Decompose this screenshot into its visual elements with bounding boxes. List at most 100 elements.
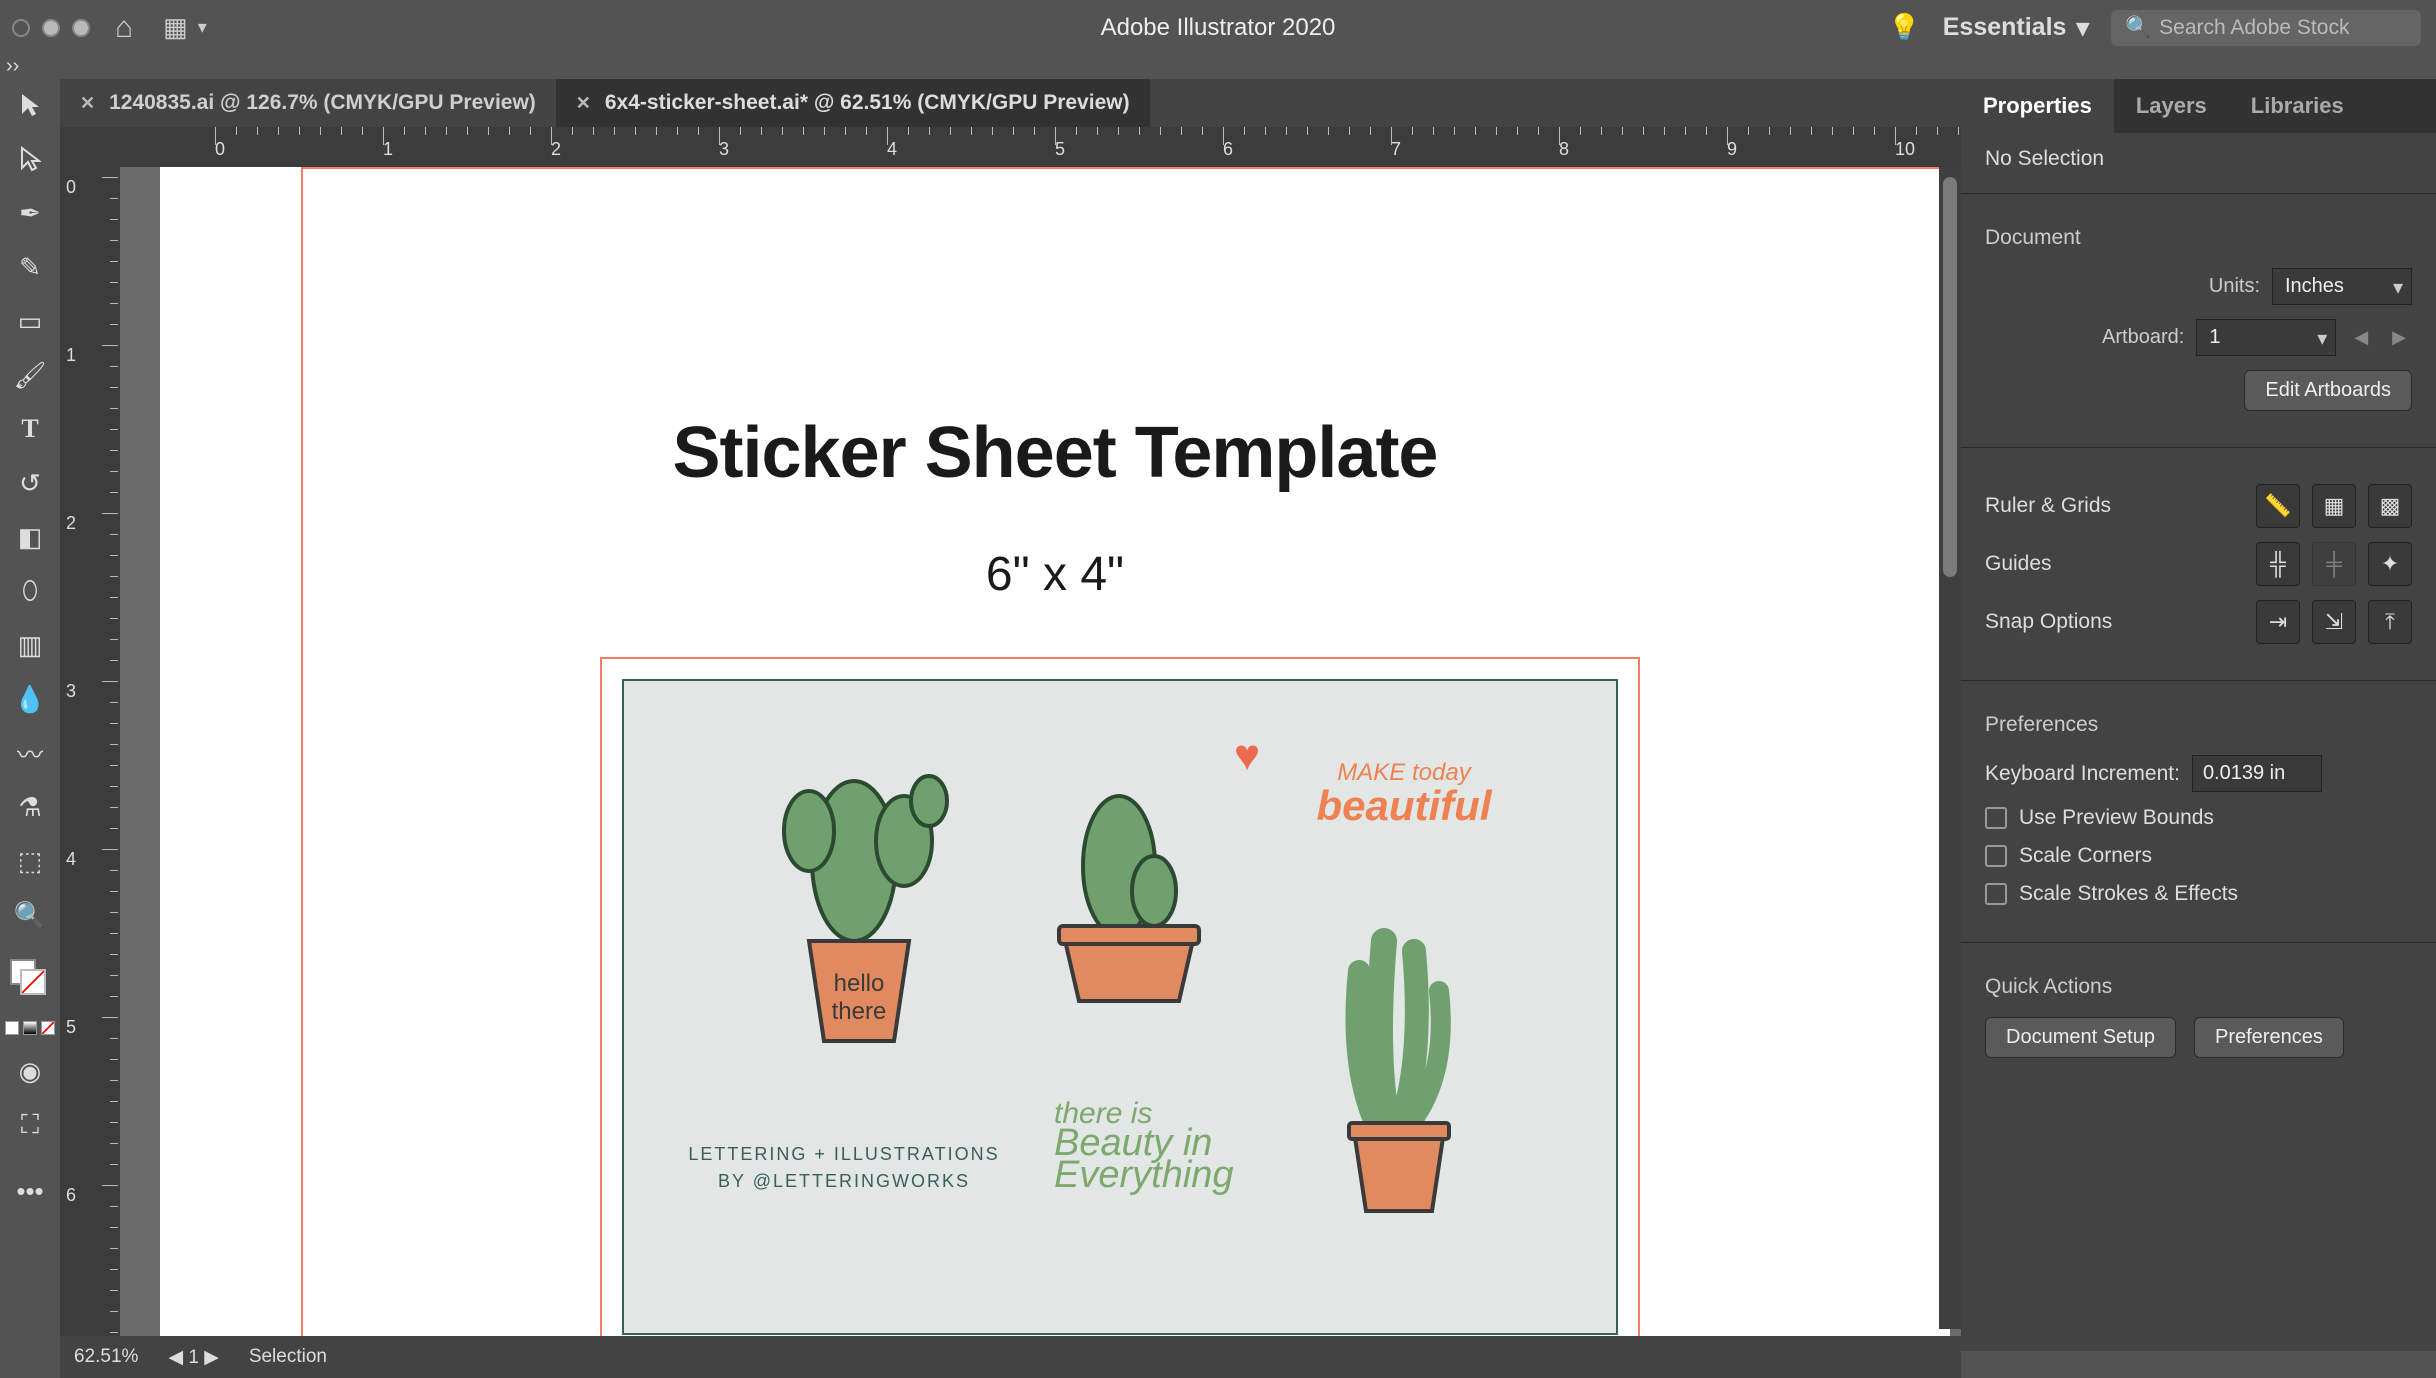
- status-bar: 62.51% ◀ 1 ▶ Selection: [60, 1336, 1961, 1378]
- workspace-label: Essentials: [1943, 13, 2067, 42]
- rotate-tool-icon[interactable]: ↺: [12, 465, 48, 501]
- panel-tabs: Properties Layers Libraries: [1961, 79, 2436, 133]
- ruler-icon[interactable]: 📏: [2256, 484, 2300, 528]
- sticker-artboard: hello there ♥: [622, 679, 1618, 1335]
- quote-beauty: there is Beauty in Everything: [1054, 1101, 1294, 1191]
- app-topbar: ⌂ ▦ ▾ Adobe Illustrator 2020 💡 Essential…: [0, 0, 2436, 55]
- prev-artboard-icon[interactable]: ◀: [2348, 327, 2374, 348]
- cactus-illustration-2: [1034, 771, 1224, 1021]
- snap-pixel-icon[interactable]: ⤒: [2368, 600, 2412, 644]
- close-tab-icon[interactable]: ✕: [576, 93, 591, 114]
- shape-builder-tool-icon[interactable]: ⬯: [12, 573, 48, 609]
- cactus-illustration-3: [1304, 911, 1504, 1231]
- snap-point-icon[interactable]: ⇥: [2256, 600, 2300, 644]
- units-dropdown[interactable]: Inches: [2272, 268, 2412, 305]
- sticker-bleed: hello there ♥: [600, 657, 1640, 1351]
- properties-panel: Properties Layers Libraries No Selection…: [1961, 79, 2436, 1351]
- snap-grid-icon[interactable]: ⇲: [2312, 600, 2356, 644]
- control-bar-toggle[interactable]: ››: [0, 55, 2436, 79]
- width-tool-icon[interactable]: 〰: [12, 735, 48, 771]
- grid-icon[interactable]: ▦: [2312, 484, 2356, 528]
- arrange-dropdown-icon[interactable]: ▾: [198, 17, 207, 38]
- status-tool: Selection: [249, 1346, 327, 1368]
- document-area: ✕ 1240835.ai @ 126.7% (CMYK/GPU Preview)…: [60, 79, 1961, 1351]
- window-controls: [12, 19, 90, 37]
- document-setup-button[interactable]: Document Setup: [1985, 1017, 2176, 1058]
- discover-icon[interactable]: 💡: [1888, 12, 1920, 43]
- eraser-tool-icon[interactable]: ◧: [12, 519, 48, 555]
- guides-toggle-icon[interactable]: ╬: [2256, 542, 2300, 586]
- template-size: 6" x 4": [160, 547, 1950, 602]
- document-tab-2[interactable]: ✕ 6x4-sticker-sheet.ai* @ 62.51% (CMYK/G…: [556, 79, 1150, 127]
- preferences-button[interactable]: Preferences: [2194, 1017, 2344, 1058]
- scale-strokes-checkbox[interactable]: Scale Strokes & Effects: [1985, 882, 2412, 906]
- scale-corners-checkbox[interactable]: Scale Corners: [1985, 844, 2412, 868]
- selection-tool-icon[interactable]: [12, 87, 48, 123]
- minimize-window-icon[interactable]: [42, 19, 60, 37]
- edit-toolbar-icon[interactable]: •••: [12, 1173, 48, 1209]
- artboard-dropdown[interactable]: 1: [2196, 319, 2336, 356]
- guides-label: Guides: [1985, 552, 2052, 576]
- color-none-icon[interactable]: [41, 1021, 55, 1035]
- rectangle-tool-icon[interactable]: ▭: [12, 303, 48, 339]
- close-tab-icon[interactable]: ✕: [80, 93, 95, 114]
- stroke-swatch[interactable]: [20, 969, 46, 995]
- paintbrush-tool-icon[interactable]: 🖌: [12, 357, 48, 393]
- edit-artboards-button[interactable]: Edit Artboards: [2244, 370, 2412, 411]
- direct-selection-tool-icon[interactable]: [12, 141, 48, 177]
- tab-properties[interactable]: Properties: [1961, 79, 2114, 133]
- tab-layers[interactable]: Layers: [2114, 79, 2229, 133]
- artboard-label: Artboard:: [2102, 326, 2184, 349]
- ruler-grids-label: Ruler & Grids: [1985, 494, 2111, 518]
- guides-lock-icon[interactable]: ╪: [2312, 542, 2356, 586]
- preview-bounds-checkbox[interactable]: Use Preview Bounds: [1985, 806, 2412, 830]
- arrange-documents-icon[interactable]: ▦: [163, 12, 188, 43]
- workspace-switcher[interactable]: Essentials ▾: [1943, 13, 2089, 43]
- next-artboard-icon[interactable]: ▶: [2386, 327, 2412, 348]
- pen-tool-icon[interactable]: ✒: [12, 195, 48, 231]
- kb-increment-input[interactable]: [2192, 755, 2322, 792]
- transparency-grid-icon[interactable]: ▩: [2368, 484, 2412, 528]
- kb-increment-label: Keyboard Increment:: [1985, 762, 2180, 786]
- close-window-icon[interactable]: [12, 19, 30, 37]
- ruler-origin[interactable]: [60, 127, 120, 167]
- selection-status: No Selection: [1961, 133, 2436, 185]
- type-tool-icon[interactable]: T: [12, 411, 48, 447]
- draw-mode-icon[interactable]: ◉: [12, 1053, 48, 1089]
- tab-label: 6x4-sticker-sheet.ai* @ 62.51% (CMYK/GPU…: [605, 91, 1130, 115]
- document-tabs: ✕ 1240835.ai @ 126.7% (CMYK/GPU Preview)…: [60, 79, 1961, 127]
- quick-actions-head: Quick Actions: [1985, 975, 2412, 999]
- chevron-down-icon: ▾: [2076, 13, 2089, 43]
- search-placeholder: Search Adobe Stock: [2159, 16, 2349, 40]
- snap-label: Snap Options: [1985, 610, 2112, 634]
- screen-mode-icon[interactable]: ⛶: [12, 1107, 48, 1143]
- zoom-level[interactable]: 62.51%: [74, 1346, 138, 1368]
- canvas[interactable]: Sticker Sheet Template 6" x 4" hello the…: [120, 167, 1961, 1351]
- smart-guides-icon[interactable]: ✦: [2368, 542, 2412, 586]
- credit-text: LETTERING + ILLUSTRATIONS BY @LETTERINGW…: [684, 1141, 1004, 1195]
- template-title: Sticker Sheet Template: [160, 412, 1950, 494]
- eyedropper-tool-icon[interactable]: 💧: [12, 681, 48, 717]
- document-tab-1[interactable]: ✕ 1240835.ai @ 126.7% (CMYK/GPU Preview): [60, 79, 556, 127]
- color-mode-row: [5, 1021, 55, 1035]
- vertical-scrollbar[interactable]: [1939, 167, 1961, 1329]
- tab-libraries[interactable]: Libraries: [2229, 79, 2366, 133]
- zoom-tool-icon[interactable]: 🔍: [12, 897, 48, 933]
- color-solid-icon[interactable]: [5, 1021, 19, 1035]
- scrollbar-thumb[interactable]: [1943, 177, 1957, 577]
- status-artboard[interactable]: 1: [188, 1347, 199, 1368]
- search-icon: 🔍: [2125, 16, 2151, 40]
- fill-stroke-swatch[interactable]: [10, 959, 50, 999]
- vertical-ruler[interactable]: 0123456: [60, 167, 120, 1351]
- artboard-tool-icon[interactable]: ⬚: [12, 843, 48, 879]
- heart-icon: ♥: [1234, 731, 1260, 781]
- color-gradient-icon[interactable]: [23, 1021, 37, 1035]
- curvature-tool-icon[interactable]: ✎: [12, 249, 48, 285]
- gradient-tool-icon[interactable]: ▥: [12, 627, 48, 663]
- home-icon[interactable]: ⌂: [115, 11, 133, 45]
- symbol-sprayer-icon[interactable]: ⚗: [12, 789, 48, 825]
- maximize-window-icon[interactable]: [72, 19, 90, 37]
- horizontal-ruler[interactable]: 012345678910: [120, 127, 1961, 167]
- stock-search[interactable]: 🔍 Search Adobe Stock: [2111, 10, 2421, 46]
- document-section-head: Document: [1985, 226, 2412, 250]
